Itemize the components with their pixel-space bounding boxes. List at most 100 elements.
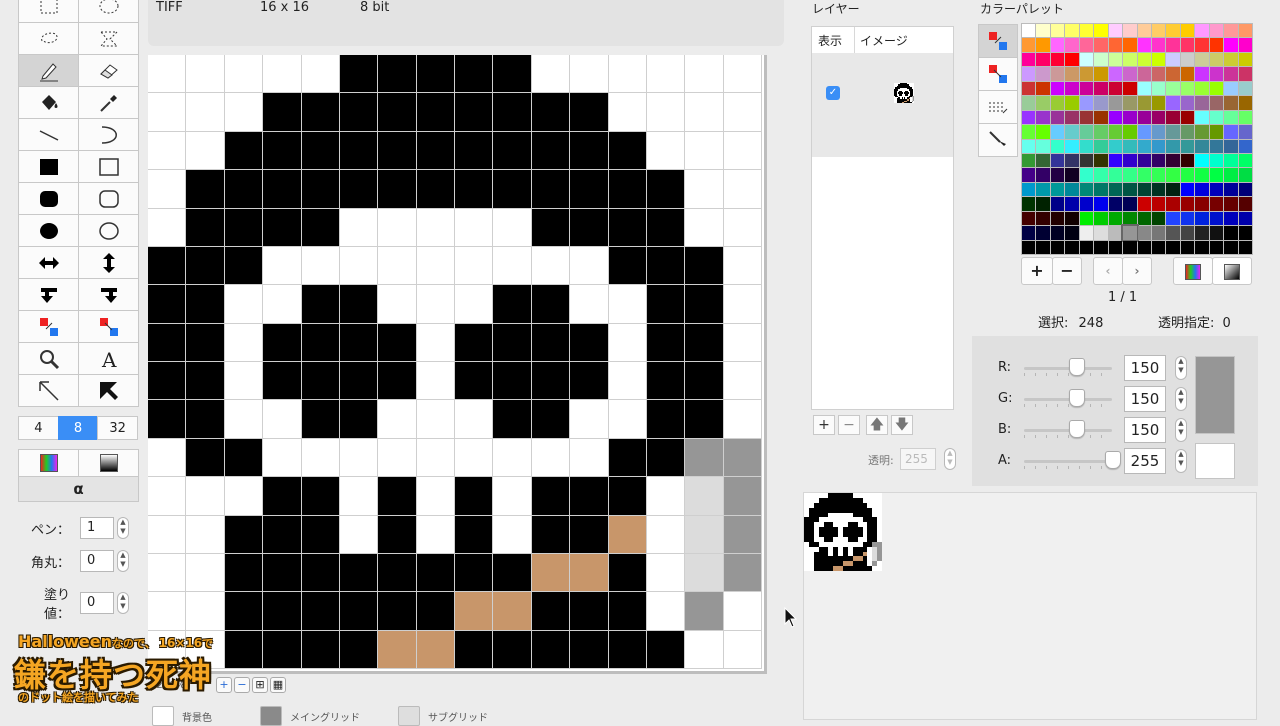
pixel-cell[interactable]	[148, 208, 187, 247]
palette-swatch[interactable]	[1094, 168, 1108, 182]
pixel-cell[interactable]	[646, 592, 686, 631]
palette-swatch[interactable]	[1094, 139, 1108, 153]
pixel-cell[interactable]	[186, 438, 225, 478]
palette-swatch[interactable]	[1180, 211, 1195, 226]
palette-swatch[interactable]	[1137, 110, 1151, 125]
pixel-cell[interactable]	[531, 131, 571, 171]
palette-swatch[interactable]	[1166, 240, 1180, 254]
palette-swatch[interactable]	[1079, 226, 1094, 240]
palette-swatch[interactable]	[1036, 38, 1050, 52]
palette-swatch[interactable]	[1079, 67, 1094, 81]
palette-swatch[interactable]	[1151, 139, 1166, 153]
pixel-cell[interactable]	[531, 630, 571, 669]
background-color-swatch[interactable]	[152, 706, 174, 726]
palette-swatch[interactable]	[1036, 153, 1050, 168]
pixel-cell[interactable]	[148, 93, 187, 132]
pixel-cell[interactable]	[685, 553, 724, 593]
pixel-cell[interactable]	[531, 323, 571, 362]
pixel-cell[interactable]	[416, 400, 455, 439]
pixel-cell[interactable]	[378, 362, 417, 401]
pixel-cell[interactable]	[416, 285, 455, 324]
palette-swatch[interactable]	[1022, 96, 1036, 110]
pixel-cell[interactable]	[531, 438, 571, 478]
palette-swatch[interactable]	[1137, 197, 1151, 211]
pixel-cell[interactable]	[224, 55, 264, 94]
palette-swatch[interactable]	[1050, 96, 1065, 110]
pixel-cell[interactable]	[186, 515, 225, 554]
pixel-cell[interactable]	[263, 592, 302, 631]
palette-swatch[interactable]	[1022, 24, 1036, 38]
pixel-cell[interactable]	[148, 246, 187, 286]
pixel-cell[interactable]	[416, 323, 455, 362]
palette-swatch[interactable]	[1108, 81, 1123, 96]
palette-swatch[interactable]	[1224, 24, 1238, 38]
pixel-cell[interactable]	[646, 438, 686, 478]
palette-swatch[interactable]	[1050, 211, 1065, 226]
palette-swatch[interactable]	[1022, 182, 1036, 197]
pixel-cell[interactable]	[301, 55, 340, 94]
palette-swatch[interactable]	[1079, 110, 1094, 125]
palette-swatch[interactable]	[1022, 226, 1036, 240]
pixel-cell[interactable]	[570, 246, 609, 286]
palette-swatch[interactable]	[1050, 52, 1065, 67]
green-slider-knob[interactable]	[1068, 389, 1085, 407]
pixel-cell[interactable]	[493, 55, 532, 94]
pixel-cell[interactable]	[301, 630, 340, 669]
pixel-cell[interactable]	[570, 131, 609, 171]
palette-swatch[interactable]	[1224, 197, 1238, 211]
red-input[interactable]: 150	[1124, 355, 1166, 381]
palette-swatch[interactable]	[1050, 139, 1065, 153]
pixel-cell[interactable]	[339, 515, 379, 554]
palette-swatch[interactable]	[1123, 96, 1137, 110]
pixel-cell[interactable]	[570, 285, 609, 324]
palette-swatch[interactable]	[1065, 240, 1079, 254]
pixel-cell[interactable]	[646, 170, 686, 209]
pixel-cell[interactable]	[339, 362, 379, 401]
pixel-cell[interactable]	[416, 438, 455, 478]
pixel-cell[interactable]	[378, 323, 417, 362]
alpha-stepper[interactable]: ▲ ▼	[1175, 449, 1187, 473]
palette-swatch[interactable]	[1137, 81, 1151, 96]
pixel-cell[interactable]	[608, 553, 647, 593]
palette-swatch[interactable]	[1022, 110, 1036, 125]
palette-swatch[interactable]	[1079, 139, 1094, 153]
pixel-cell[interactable]	[378, 93, 417, 132]
palette-swatch[interactable]	[1137, 96, 1151, 110]
palette-swatch[interactable]	[1123, 197, 1137, 211]
palette-swatch[interactable]	[1195, 67, 1209, 81]
palette-swatch[interactable]	[1209, 96, 1224, 110]
palette-swatch[interactable]	[1195, 110, 1209, 125]
pixel-cell[interactable]	[224, 131, 264, 171]
palette-replace-tool[interactable]	[978, 24, 1018, 58]
ellipse-tool[interactable]	[78, 214, 139, 247]
filled-roundrect-tool[interactable]	[18, 182, 79, 215]
pixel-cell[interactable]	[493, 208, 532, 247]
palette-swatch[interactable]	[1137, 211, 1151, 226]
palette-swatch[interactable]	[1137, 52, 1151, 67]
pixel-cell[interactable]	[301, 93, 340, 132]
layer-visible-checkbox[interactable]: ✓	[826, 86, 840, 100]
pixel-cell[interactable]	[339, 592, 379, 631]
pixel-cell[interactable]	[148, 592, 187, 631]
layer-up-button[interactable]: 🡅	[866, 415, 888, 435]
palette-swatch[interactable]	[1050, 67, 1065, 81]
rotate-left-tool[interactable]	[18, 278, 79, 311]
pixel-cell[interactable]	[646, 93, 686, 132]
pixel-cell[interactable]	[646, 630, 686, 669]
palette-swatch[interactable]	[1036, 67, 1050, 81]
palette-swatch[interactable]	[1224, 125, 1238, 139]
palette-swatch[interactable]	[1166, 38, 1180, 52]
palette-swatch[interactable]	[1036, 81, 1050, 96]
palette-swatch[interactable]	[1166, 24, 1180, 38]
pixel-cell[interactable]	[493, 630, 532, 669]
pixel-cell[interactable]	[685, 93, 724, 132]
palette-swatch[interactable]	[1224, 139, 1238, 153]
palette-swatch[interactable]	[1094, 52, 1108, 67]
palette-swatch[interactable]	[1065, 96, 1079, 110]
pixel-cell[interactable]	[416, 208, 455, 247]
pixel-cell[interactable]	[723, 438, 762, 478]
pixel-cell[interactable]	[570, 93, 609, 132]
pixel-cell[interactable]	[301, 400, 340, 439]
main-grid-toggle-icon[interactable]: ⊞	[252, 677, 268, 693]
pixel-cell[interactable]	[148, 362, 187, 401]
